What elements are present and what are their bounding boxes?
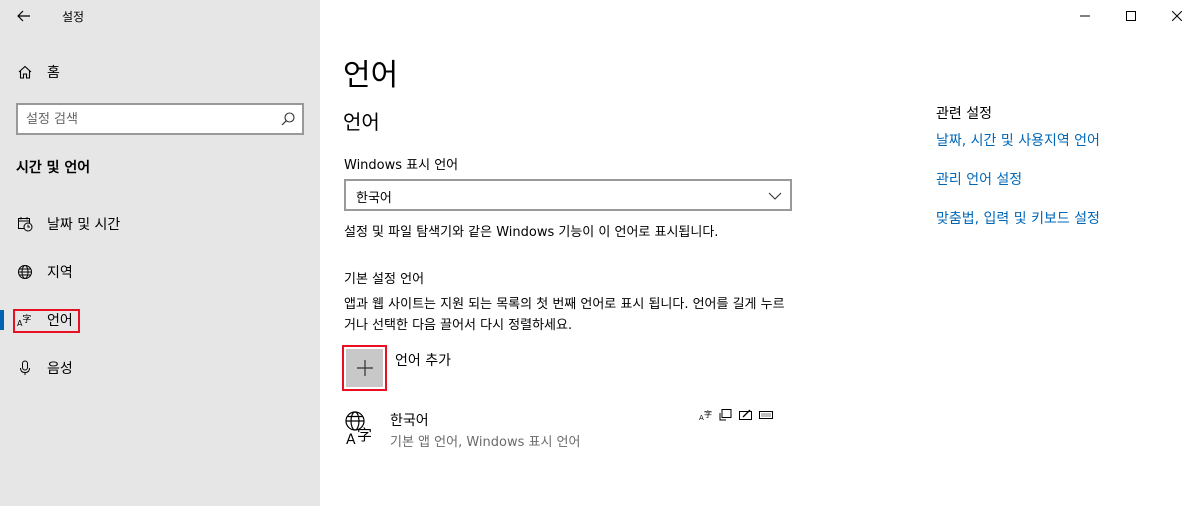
related-link-date-time-region[interactable]: 날짜, 시간 및 사용지역 언어	[936, 130, 1100, 150]
display-language-description: 설정 및 파일 탐색기와 같은 Windows 기능이 이 언어로 표시됩니다.	[344, 225, 719, 240]
title-bar: 설정	[0, 0, 320, 32]
maximize-icon	[1126, 11, 1136, 21]
add-language-button[interactable]	[342, 345, 387, 391]
svg-text:字: 字	[704, 409, 712, 419]
language-feature-icons: A字	[698, 408, 774, 422]
minimize-icon	[1080, 15, 1090, 17]
close-button[interactable]	[1154, 0, 1200, 32]
handwriting-feature-icon	[738, 408, 754, 422]
speech-feature-icon	[718, 408, 734, 422]
svg-text:A: A	[346, 432, 356, 446]
maximize-button[interactable]	[1108, 0, 1154, 32]
related-link-spelling-typing-keyboard[interactable]: 맞춤법, 입력 및 키보드 설정	[936, 208, 1100, 228]
back-button[interactable]	[8, 4, 40, 28]
related-settings-heading: 관련 설정	[936, 106, 992, 122]
back-arrow-icon	[17, 10, 30, 22]
display-language-feature-icon: A字	[698, 408, 714, 422]
sidebar-item-region[interactable]: 지역	[0, 252, 320, 292]
display-language-label: Windows 표시 언어	[344, 158, 459, 173]
search-box[interactable]	[16, 103, 304, 135]
sidebar-item-date-time[interactable]: 날짜 및 시간	[0, 204, 320, 244]
date-time-icon	[17, 216, 33, 232]
language-name: 한국어	[390, 413, 429, 429]
language-detail: 기본 앱 언어, Windows 표시 언어	[390, 435, 581, 450]
search-input[interactable]	[18, 105, 268, 133]
page-title: 언어	[343, 58, 399, 93]
display-language-dropdown[interactable]: 한국어	[344, 179, 792, 211]
sidebar: 설정 홈 시간 및 언어 날짜 및 시간 지역 A字 언어 음성	[0, 0, 320, 506]
highlight-box	[13, 309, 80, 333]
sidebar-item-label: 음성	[47, 361, 73, 377]
app-title: 설정	[62, 10, 85, 24]
svg-text:字: 字	[357, 426, 372, 444]
keyboard-feature-icon	[758, 408, 774, 422]
minimize-button[interactable]	[1062, 0, 1108, 32]
language-list-item[interactable]: A 字 한국어 기본 앱 언어, Windows 표시 언어 A字	[344, 405, 794, 453]
language-globe-icon: A 字	[345, 411, 372, 446]
close-icon	[1172, 11, 1182, 21]
globe-icon	[17, 264, 33, 280]
home-icon	[17, 64, 33, 80]
related-link-admin-language[interactable]: 관리 언어 설정	[936, 169, 1022, 189]
plus-icon	[356, 360, 373, 376]
chevron-down-icon	[768, 192, 782, 200]
dropdown-value: 한국어	[356, 191, 392, 206]
sidebar-item-label: 지역	[47, 265, 73, 281]
sidebar-item-home[interactable]: 홈	[0, 52, 320, 92]
add-language-label[interactable]: 언어 추가	[395, 350, 451, 370]
preferred-languages-description: 앱과 웹 사이트는 지원 되는 목록의 첫 번째 언어로 표시 됩니다. 언어를…	[344, 297, 785, 333]
microphone-icon	[17, 360, 33, 376]
preferred-languages-heading: 기본 설정 언어	[344, 272, 425, 287]
add-button-tile	[346, 349, 383, 387]
sidebar-item-speech[interactable]: 음성	[0, 348, 320, 388]
search-icon[interactable]	[280, 111, 296, 127]
sidebar-section-title: 시간 및 언어	[16, 160, 91, 176]
section-title: 언어	[343, 110, 380, 134]
sidebar-item-label: 날짜 및 시간	[47, 217, 121, 233]
sidebar-item-label: 홈	[47, 65, 60, 81]
